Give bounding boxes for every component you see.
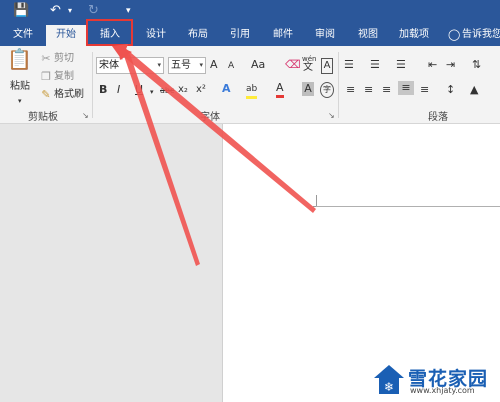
save-icon[interactable]: 💾 xyxy=(13,3,29,19)
decrease-indent-icon[interactable]: ⇤ xyxy=(428,58,437,72)
font-launcher-icon[interactable]: ↘ xyxy=(328,111,335,120)
shading-icon[interactable]: ▲ xyxy=(470,83,478,97)
site-watermark: ❄ 雪花家园 www.xhjaty.com xyxy=(372,362,497,398)
copy-button[interactable]: 复制 xyxy=(54,70,74,84)
scissors-icon[interactable]: ✂ xyxy=(40,52,52,66)
bold-button[interactable]: B xyxy=(99,83,107,97)
clipboard-icon[interactable]: 📋 xyxy=(7,49,32,80)
tab-mailings[interactable]: 邮件 xyxy=(263,24,303,46)
ribbon-home: 📋 粘贴 ▾ ✂ 剪切 ❐ 复制 ✎ 格式刷 剪贴板 ↘ 宋体 ▾ 五号 ▾ A… xyxy=(0,46,500,124)
grow-font-button[interactable]: A xyxy=(210,58,218,72)
clipboard-launcher-icon[interactable]: ↘ xyxy=(82,111,89,120)
tab-file[interactable]: 文件 xyxy=(4,24,42,46)
align-center-icon[interactable]: ≡ xyxy=(364,83,373,97)
font-size-value: 五号 xyxy=(171,60,191,71)
tab-layout[interactable]: 布局 xyxy=(178,24,218,46)
change-case-button[interactable]: Aa xyxy=(251,58,265,72)
font-size-combo[interactable]: 五号 ▾ xyxy=(168,57,206,74)
tab-addins[interactable]: 加载项 xyxy=(392,24,436,46)
bullets-icon[interactable]: ☰ xyxy=(344,58,354,72)
char-border-button[interactable]: A xyxy=(321,58,333,74)
subscript-button[interactable]: x₂ xyxy=(178,83,188,97)
redo-icon[interactable]: ↻ xyxy=(88,3,99,19)
clipboard-group-label: 剪贴板 xyxy=(28,112,58,123)
paragraph-group-label: 段落 xyxy=(428,112,448,123)
format-painter-icon[interactable]: ✎ xyxy=(40,88,52,102)
font-group-label: 字体 xyxy=(200,112,220,123)
underline-button[interactable]: U xyxy=(135,83,143,97)
numbering-icon[interactable]: ☰ xyxy=(370,58,380,72)
line-spacing-icon[interactable]: ↕ xyxy=(446,83,455,97)
font-name-value: 宋体 xyxy=(99,60,119,71)
shrink-font-button[interactable]: A xyxy=(228,59,234,73)
undo-dropdown-icon[interactable]: ▾ xyxy=(68,3,72,19)
clear-format-icon[interactable]: ⌫ xyxy=(285,58,301,72)
justify-icon[interactable]: ≡ xyxy=(398,81,414,95)
tab-view[interactable]: 视图 xyxy=(348,24,388,46)
document-page[interactable] xyxy=(222,124,500,402)
undo-icon[interactable]: ↶ xyxy=(50,3,61,19)
char-shading-button[interactable]: A xyxy=(302,82,314,96)
lightbulb-icon: ◯ xyxy=(448,28,461,41)
tab-home[interactable]: 开始 xyxy=(46,25,86,46)
text-effects-button[interactable]: A xyxy=(222,82,231,96)
paste-button[interactable]: 粘贴 xyxy=(10,80,30,94)
insert-tab-highlight xyxy=(86,19,133,46)
align-right-icon[interactable]: ≡ xyxy=(382,83,391,97)
snowflake-house-icon: ❄ xyxy=(374,365,404,394)
tell-me-search[interactable]: 告诉我您想 xyxy=(462,24,500,46)
distributed-icon[interactable]: ≡ xyxy=(420,83,429,97)
chevron-down-icon[interactable]: ▾ xyxy=(150,85,154,99)
font-color-button[interactable]: A xyxy=(276,81,284,98)
header-boundary-line xyxy=(316,206,500,207)
tab-design[interactable]: 设计 xyxy=(136,24,176,46)
italic-button[interactable]: I xyxy=(117,83,120,97)
divider xyxy=(338,52,339,118)
copy-icon[interactable]: ❐ xyxy=(40,70,52,84)
enclose-char-button[interactable]: 字 xyxy=(320,82,334,98)
increase-indent-icon[interactable]: ⇥ xyxy=(446,58,455,72)
align-left-icon[interactable]: ≡ xyxy=(346,83,355,97)
quick-access-toolbar: 💾 ↶ ▾ ↻ ▾ xyxy=(0,0,500,24)
tab-review[interactable]: 审阅 xyxy=(305,24,345,46)
svg-text:❄: ❄ xyxy=(384,380,394,394)
watermark-url: www.xhjaty.com xyxy=(410,386,475,395)
multilevel-list-icon[interactable]: ☰ xyxy=(396,58,406,72)
chevron-down-icon: ▾ xyxy=(199,61,203,69)
strikethrough-button[interactable]: abc xyxy=(160,84,174,98)
superscript-button[interactable]: x² xyxy=(196,83,206,97)
divider xyxy=(92,52,93,118)
chevron-down-icon: ▾ xyxy=(157,61,161,69)
tab-references[interactable]: 引用 xyxy=(220,24,260,46)
customize-icon[interactable]: ▾ xyxy=(126,3,131,19)
ribbon-tabs: 文件 开始 插入 设计 布局 引用 邮件 审阅 视图 加载项 ◯ 告诉我您想 xyxy=(0,24,500,46)
cut-button[interactable]: 剪切 xyxy=(54,52,74,66)
format-painter-button[interactable]: 格式刷 xyxy=(54,88,84,102)
highlight-button[interactable]: ab xyxy=(246,82,258,99)
paste-dropdown-icon[interactable]: ▾ xyxy=(18,94,22,108)
font-name-combo[interactable]: 宋体 ▾ xyxy=(96,57,164,74)
sort-icon[interactable]: ⇅ xyxy=(472,58,481,72)
phonetic-guide-char[interactable]: 文 xyxy=(303,61,313,75)
